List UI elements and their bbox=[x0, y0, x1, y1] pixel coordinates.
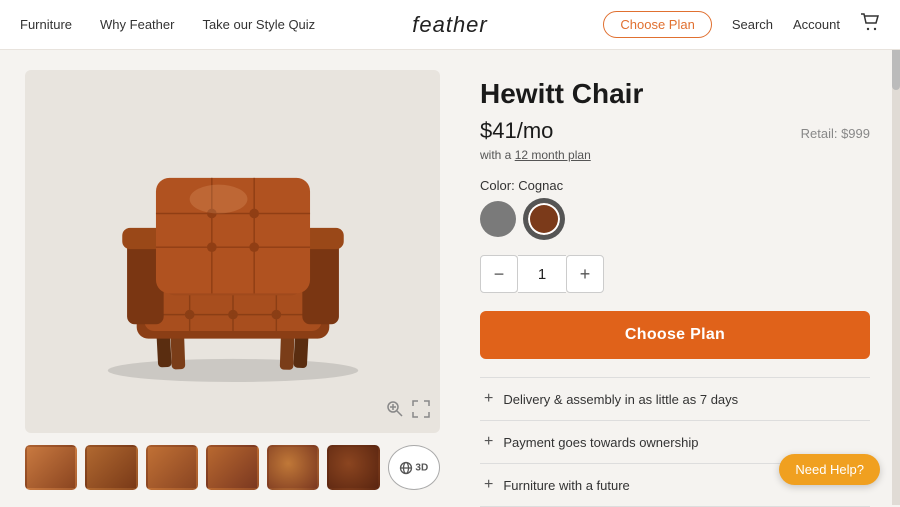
thumbnail-6[interactable] bbox=[327, 445, 379, 490]
thumbnail-1[interactable] bbox=[25, 445, 77, 490]
thumbnail-2[interactable] bbox=[85, 445, 137, 490]
accordion-plus-3: + bbox=[484, 476, 493, 494]
navbar: Furniture Why Feather Take our Style Qui… bbox=[0, 0, 900, 50]
choose-plan-main-button[interactable]: Choose Plan bbox=[480, 311, 870, 359]
color-swatches bbox=[480, 201, 870, 237]
product-title: Hewitt Chair bbox=[480, 78, 870, 110]
swatch-cognac[interactable] bbox=[526, 201, 562, 237]
nav-left: Furniture Why Feather Take our Style Qui… bbox=[20, 17, 315, 32]
nav-why-feather[interactable]: Why Feather bbox=[100, 17, 174, 32]
plan-link[interactable]: 12 month plan bbox=[515, 148, 591, 162]
thumbnails-row: 3D bbox=[25, 445, 440, 490]
image-actions bbox=[386, 400, 430, 423]
nav-choose-plan-button[interactable]: Choose Plan bbox=[603, 11, 711, 38]
nav-search[interactable]: Search bbox=[732, 17, 773, 32]
need-help-button[interactable]: Need Help? bbox=[779, 454, 880, 485]
3d-label: 3D bbox=[399, 461, 428, 475]
product-info: Hewitt Chair $41/mo Retail: $999 with a … bbox=[460, 50, 900, 505]
chair-svg bbox=[63, 122, 403, 382]
price-row: $41/mo Retail: $999 bbox=[480, 118, 870, 144]
quantity-increase-button[interactable]: + bbox=[566, 255, 604, 293]
accordion-plus-2: + bbox=[484, 433, 493, 451]
swatch-gray[interactable] bbox=[480, 201, 516, 237]
scrollbar[interactable] bbox=[892, 0, 900, 505]
brand-logo: feather bbox=[412, 12, 488, 38]
accordion-plus-1: + bbox=[484, 390, 493, 408]
thumbnail-5[interactable] bbox=[267, 445, 319, 490]
plan-note: with a 12 month plan bbox=[480, 148, 870, 162]
price-main: $41/mo bbox=[480, 118, 553, 144]
accordion-list: + Delivery & assembly in as little as 7 … bbox=[480, 377, 870, 507]
thumbnail-3[interactable] bbox=[146, 445, 198, 490]
nav-style-quiz[interactable]: Take our Style Quiz bbox=[202, 17, 315, 32]
nav-account[interactable]: Account bbox=[793, 17, 840, 32]
nav-furniture[interactable]: Furniture bbox=[20, 17, 72, 32]
cart-icon[interactable] bbox=[860, 13, 880, 36]
color-label: Color: Cognac bbox=[480, 178, 870, 193]
view-3d-button[interactable]: 3D bbox=[388, 445, 440, 490]
accordion-label-2: Payment goes towards ownership bbox=[503, 435, 698, 450]
zoom-icon[interactable] bbox=[386, 400, 404, 423]
nav-right: Choose Plan Search Account bbox=[603, 11, 880, 38]
image-panel: 3D bbox=[0, 50, 460, 505]
quantity-decrease-button[interactable]: − bbox=[480, 255, 518, 293]
accordion-label-1: Delivery & assembly in as little as 7 da… bbox=[503, 392, 738, 407]
main-content: 3D Hewitt Chair $41/mo Retail: $999 with… bbox=[0, 50, 900, 505]
accordion-label-3: Furniture with a future bbox=[503, 478, 629, 493]
quantity-row: − 1 + bbox=[480, 255, 870, 293]
fullscreen-icon[interactable] bbox=[412, 400, 430, 423]
accordion-delivery[interactable]: + Delivery & assembly in as little as 7 … bbox=[480, 377, 870, 420]
main-image-box bbox=[25, 70, 440, 433]
thumbnail-4[interactable] bbox=[206, 445, 258, 490]
retail-price: Retail: $999 bbox=[801, 126, 870, 141]
quantity-display: 1 bbox=[518, 255, 566, 293]
